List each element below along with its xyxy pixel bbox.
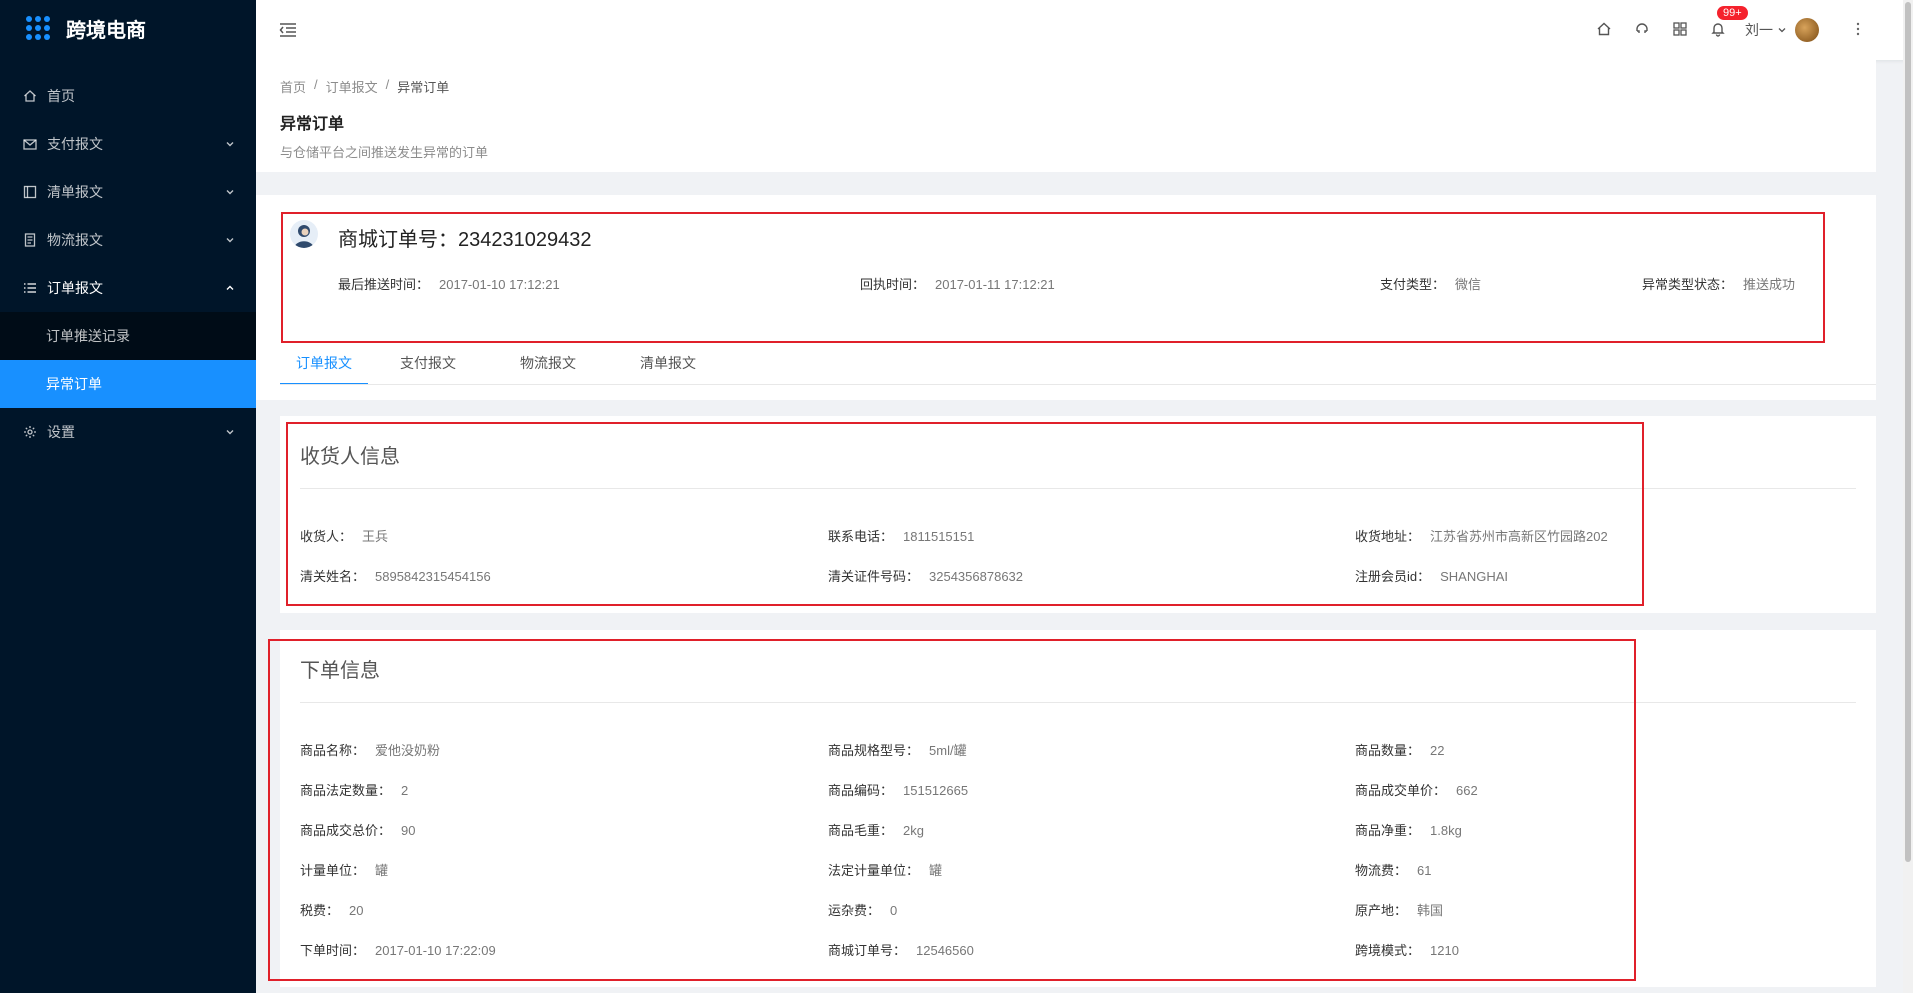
scrollbar-thumb[interactable] xyxy=(1905,2,1911,862)
chevron-down-icon xyxy=(1777,25,1787,35)
chevron-down-icon xyxy=(224,234,236,246)
avatar xyxy=(1795,18,1819,42)
order-submenu: 订单推送记录 异常订单 xyxy=(0,312,256,408)
sidebar-item-label: 设置 xyxy=(47,424,75,440)
more-vertical-icon xyxy=(1856,22,1860,39)
home-icon xyxy=(22,88,38,104)
tab-order-message[interactable]: 订单报文 xyxy=(280,343,368,385)
sidebar-item-label: 订单报文 xyxy=(47,280,103,296)
grid-icon xyxy=(1673,21,1687,39)
breadcrumb-separator: / xyxy=(385,77,390,92)
highlight-box-order-info xyxy=(268,639,1636,981)
page-title: 异常订单 xyxy=(280,116,345,133)
sidebar-item-abnormal-orders[interactable]: 异常订单 xyxy=(0,360,256,408)
sidebar-item-settings[interactable]: 设置 xyxy=(0,408,256,456)
page-description: 与仓储平台之间推送发生异常的订单 xyxy=(280,145,489,160)
sidebar-item-label: 清单报文 xyxy=(47,184,103,200)
tabs-divider xyxy=(280,384,1876,385)
sidebar: 跨境电商 首页 支付报文 清单报文 物流报文 订单报文 订单推送记录 异常订单 … xyxy=(0,0,256,993)
logo[interactable]: 跨境电商 xyxy=(0,0,256,56)
notification-button[interactable]: 99+ xyxy=(1699,0,1748,60)
breadcrumb-separator: / xyxy=(314,77,318,92)
list-box-icon xyxy=(22,184,38,200)
gear-icon xyxy=(22,424,38,440)
user-menu[interactable]: 刘一 xyxy=(1745,18,1819,42)
apps-button[interactable] xyxy=(1661,0,1699,60)
breadcrumb: 首页 / 订单报文 / 异常订单 xyxy=(280,77,1852,96)
page-header: 首页 / 订单报文 / 异常订单 异常订单 与仓储平台之间推送发生异常的订单 xyxy=(256,60,1876,172)
sidebar-item-home[interactable]: 首页 xyxy=(0,72,256,120)
highlight-box-consignee xyxy=(286,422,1644,606)
chevron-up-icon xyxy=(224,282,236,294)
tab-payment-message[interactable]: 支付报文 xyxy=(368,343,488,385)
sidebar-item-label: 物流报文 xyxy=(47,232,103,248)
highlight-box-order xyxy=(281,212,1825,343)
tab-logistics-message[interactable]: 物流报文 xyxy=(488,343,608,385)
app-title: 跨境电商 xyxy=(66,19,146,42)
breadcrumb-item-current: 异常订单 xyxy=(397,80,450,95)
support-button[interactable] xyxy=(1623,0,1661,60)
logo-grid-icon xyxy=(26,16,50,40)
sidebar-menu: 首页 支付报文 清单报文 物流报文 订单报文 订单推送记录 异常订单 设置 xyxy=(0,72,256,456)
user-name: 刘一 xyxy=(1745,22,1773,38)
chevron-down-icon xyxy=(224,186,236,198)
message-tabs: 订单报文 支付报文 物流报文 清单报文 xyxy=(280,343,728,385)
sidebar-item-label: 支付报文 xyxy=(47,136,103,152)
sidebar-item-label: 首页 xyxy=(47,88,75,104)
tab-manifest-message[interactable]: 清单报文 xyxy=(608,343,728,385)
chevron-down-icon xyxy=(224,138,236,150)
more-button[interactable] xyxy=(1843,0,1873,60)
breadcrumb-item-home[interactable]: 首页 xyxy=(280,77,306,96)
sidebar-item-manifest[interactable]: 清单报文 xyxy=(0,168,256,216)
mail-icon xyxy=(22,136,38,152)
sidebar-item-logistics[interactable]: 物流报文 xyxy=(0,216,256,264)
list-icon xyxy=(22,280,38,296)
home-button[interactable] xyxy=(1585,0,1623,60)
notification-badge: 99+ xyxy=(1717,6,1748,20)
sidebar-item-payment[interactable]: 支付报文 xyxy=(0,120,256,168)
document-icon xyxy=(22,232,38,248)
menu-fold-icon[interactable] xyxy=(278,20,298,40)
header-actions: 99+ 刘一 xyxy=(1585,0,1873,60)
breadcrumb-item-order[interactable]: 订单报文 xyxy=(326,77,378,96)
top-header: 99+ 刘一 xyxy=(256,0,1913,60)
home-icon xyxy=(1596,21,1612,40)
sidebar-item-order-push-records[interactable]: 订单推送记录 xyxy=(0,312,256,360)
sidebar-item-order[interactable]: 订单报文 xyxy=(0,264,256,312)
chevron-down-icon xyxy=(224,426,236,438)
bell-icon xyxy=(1710,21,1726,40)
headset-icon xyxy=(1634,21,1650,40)
page-scrollbar[interactable] xyxy=(1903,0,1913,993)
